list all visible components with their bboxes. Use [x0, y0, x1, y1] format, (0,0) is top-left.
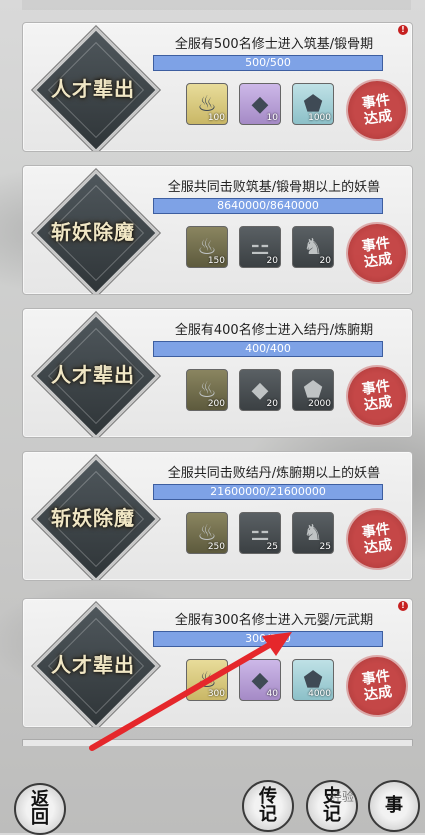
back-button-label: 返回	[31, 789, 49, 828]
reward-count: 300	[207, 689, 225, 699]
reward-item[interactable]: ♞ 25	[292, 512, 334, 554]
completed-stamp-text: 事件达成	[360, 668, 394, 704]
progress-bar: 500/500	[153, 55, 383, 71]
reward-item[interactable]: ⬟ 1000	[292, 83, 334, 125]
event-button-label: 事	[385, 795, 403, 816]
alert-badge: !	[398, 601, 408, 611]
reward-item[interactable]: ♨ 100	[186, 83, 228, 125]
event-description: 全服共同击败结丹/炼腑期以上的妖兽	[167, 466, 381, 481]
reward-list: ♨ 150 ⚍ 20 ♞ 20	[186, 226, 334, 268]
reward-count: 20	[266, 399, 278, 409]
reward-count: 250	[207, 542, 225, 552]
event-card[interactable]: 斩妖除魔 全服共同击败结丹/炼腑期以上的妖兽 21600000/21600000 ♨ 2…	[22, 451, 413, 581]
progress-text: 400/400	[245, 342, 291, 355]
event-description: 全服有500名修士进入筑基/锻骨期	[174, 37, 374, 52]
progress-text: 500/500	[245, 56, 291, 69]
reward-count: 40	[266, 689, 278, 699]
reward-item[interactable]: ◆ 40	[239, 659, 281, 701]
event-description: 全服有300名修士进入元婴/元武期	[174, 613, 374, 628]
reward-list: ♨ 250 ⚍ 25 ♞ 25	[186, 512, 334, 554]
reward-item[interactable]: ⬟ 2000	[292, 369, 334, 411]
watermark-text: 经验	[330, 790, 355, 804]
completed-stamp-text: 事件达成	[360, 521, 394, 557]
reward-item[interactable]: ◆ 20	[239, 369, 281, 411]
event-card[interactable]: 斩妖除魔 全服共同击败筑基/锻骨期以上的妖兽 8640000/8640000 ♨ 150…	[22, 165, 413, 295]
reward-count: 200	[207, 399, 225, 409]
event-title: 人才辈出	[51, 652, 135, 677]
completed-stamp-text: 事件达成	[360, 92, 394, 128]
completed-stamp-text: 事件达成	[360, 378, 394, 414]
reward-item[interactable]: ⚍ 20	[239, 226, 281, 268]
reward-list: ♨ 200 ◆ 20 ⬟ 2000	[186, 369, 334, 411]
progress-text: 21600000/21600000	[210, 485, 326, 498]
event-title: 人才辈出	[51, 76, 135, 101]
reward-item[interactable]: ♞ 20	[292, 226, 334, 268]
back-button[interactable]: 返回	[14, 783, 66, 835]
event-title: 斩妖除魔	[51, 505, 135, 530]
progress-bar: 400/400	[153, 341, 383, 357]
reward-count: 10	[266, 113, 278, 123]
progress-bar: 21600000/21600000	[153, 484, 383, 500]
event-card[interactable]: 人才辈出 全服有300名修士进入元婴/元武期 300/300 ♨ 300 ◆ 40 ⬟ 4000…	[22, 598, 413, 728]
biography-button[interactable]: 传记	[242, 780, 294, 832]
event-button[interactable]: 事	[368, 780, 420, 832]
event-card[interactable]: 人才辈出 全服有400名修士进入结丹/炼腑期 400/400 ♨ 200 ◆ 20 ⬟ 2000…	[22, 308, 413, 438]
event-title: 斩妖除魔	[51, 219, 135, 244]
reward-count: 4000	[308, 689, 331, 699]
reward-count: 100	[207, 113, 225, 123]
completed-stamp: 事件达成	[344, 653, 410, 719]
reward-item[interactable]: ♨ 300	[186, 659, 228, 701]
progress-bar: 8640000/8640000	[153, 198, 383, 214]
reward-item[interactable]: ♨ 200	[186, 369, 228, 411]
progress-bar: 300/300	[153, 631, 383, 647]
event-card[interactable]: 人才辈出 全服有500名修士进入筑基/锻骨期 500/500 ♨ 100 ◆ 10 ⬟ 1000…	[22, 22, 413, 152]
reward-item[interactable]: ⬟ 4000	[292, 659, 334, 701]
reward-count: 2000	[308, 399, 331, 409]
completed-stamp: 事件达成	[344, 506, 410, 572]
reward-item[interactable]: ♨ 150	[186, 226, 228, 268]
reward-item[interactable]: ♨ 250	[186, 512, 228, 554]
reward-count: 25	[266, 542, 278, 552]
next-card-edge	[22, 739, 413, 746]
event-description: 全服共同击败筑基/锻骨期以上的妖兽	[167, 180, 381, 195]
reward-item[interactable]: ◆ 10	[239, 83, 281, 125]
completed-stamp-text: 事件达成	[360, 235, 394, 271]
reward-list: ♨ 300 ◆ 40 ⬟ 4000	[186, 659, 334, 701]
reward-count: 20	[319, 256, 331, 266]
reward-count: 20	[266, 256, 278, 266]
reward-count: 150	[207, 256, 225, 266]
reward-count: 25	[319, 542, 331, 552]
event-description: 全服有400名修士进入结丹/炼腑期	[174, 323, 374, 338]
completed-stamp: 事件达成	[344, 77, 410, 143]
reward-item[interactable]: ⚍ 25	[239, 512, 281, 554]
completed-stamp: 事件达成	[344, 220, 410, 286]
biography-button-label: 传记	[259, 786, 277, 825]
top-card-edge	[22, 0, 411, 10]
completed-stamp: 事件达成	[344, 363, 410, 429]
reward-list: ♨ 100 ◆ 10 ⬟ 1000	[186, 83, 334, 125]
progress-text: 300/300	[245, 632, 291, 645]
alert-badge: !	[398, 25, 408, 35]
reward-count: 1000	[308, 113, 331, 123]
progress-text: 8640000/8640000	[217, 199, 319, 212]
event-title: 人才辈出	[51, 362, 135, 387]
